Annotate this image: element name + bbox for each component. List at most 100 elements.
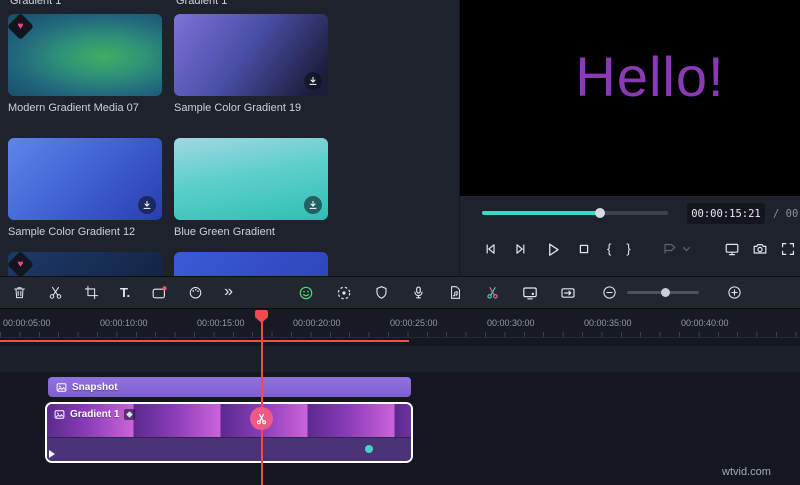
previous-frame-button[interactable] (482, 241, 498, 257)
preview-video: Hello! (460, 0, 800, 196)
mirror-display-button[interactable] (724, 241, 740, 257)
mark-in-button[interactable]: { (607, 241, 611, 256)
transport-left-group: { } (482, 240, 691, 258)
snapshot-camera-button[interactable] (752, 241, 768, 257)
favorite-badge[interactable]: ♥ (8, 252, 34, 276)
image-icon (56, 382, 67, 392)
audio-sheet-icon (451, 286, 460, 299)
media-thumbnail[interactable]: ♥ (8, 252, 162, 276)
media-card-label: Modern Gradient Media 07 (8, 102, 139, 114)
chroma-key-icon (299, 286, 313, 299)
motion-tracking-icon (337, 286, 351, 299)
media-card: Sample Color Gradient 19 (174, 14, 328, 114)
preview-panel: Hello! 00:00:15:21 / 00 {} (460, 0, 800, 276)
chroma-key-button[interactable] (298, 285, 314, 301)
media-card: Sample Color Gradient 12 (8, 138, 162, 238)
fullscreen-button[interactable] (780, 241, 796, 257)
crop-button[interactable] (84, 285, 99, 300)
media-thumbnail[interactable]: ♥ (8, 14, 162, 96)
voiceover-button[interactable] (411, 285, 426, 300)
play-icon (549, 243, 559, 256)
screen-record-button[interactable] (522, 285, 538, 301)
color-palette-button[interactable] (188, 285, 203, 300)
previous-frame-icon (486, 244, 495, 254)
current-time-display: 00:00:15:21 (687, 203, 765, 224)
ruler-timecode: 00:00:20:00 (293, 318, 341, 328)
ruler-timecode: 00:00:40:00 (681, 318, 729, 328)
media-thumbnail[interactable] (8, 138, 162, 220)
heart-icon: ♥ (17, 20, 24, 32)
ruler-timecode: 00:00:35:00 (584, 318, 632, 328)
media-card-label: Sample Color Gradient 19 (174, 102, 302, 114)
audio-sheet-button[interactable] (448, 285, 463, 300)
next-frame-icon (516, 244, 525, 254)
zoom-out-icon (603, 286, 616, 299)
smart-cut-icon (487, 287, 498, 299)
transport-controls: { } (460, 240, 800, 258)
media-card (174, 252, 328, 276)
camera-icon (753, 244, 767, 254)
stop-button[interactable] (576, 241, 592, 257)
seek-handle[interactable] (595, 208, 605, 218)
scissors-icon (256, 413, 267, 425)
favorite-badge[interactable]: ♥ (8, 14, 34, 40)
zoom-out-button[interactable] (602, 285, 617, 300)
media-card-label: Blue Green Gradient (174, 226, 275, 238)
media-library-panel: Gradient 1 Gradient 1 ♥ Modern Gradient … (0, 0, 459, 276)
gradient-clip-selected[interactable]: Gradient 1 (45, 402, 413, 463)
fullscreen-icon (782, 243, 794, 255)
seek-bar-fill (482, 211, 600, 215)
quick-split-button[interactable] (250, 407, 273, 430)
empty-track-lane (0, 346, 800, 372)
media-thumbnail[interactable] (174, 14, 328, 96)
crop-icon (84, 285, 99, 300)
seek-bar[interactable] (482, 208, 668, 218)
media-card: ♥ (8, 252, 162, 276)
timeline-ruler[interactable]: 00:00:05:00 00:00:10:00 00:00:15:00 00:0… (0, 309, 800, 338)
clip-label: Gradient 1 (70, 409, 120, 420)
clip-video-section: Gradient 1 (47, 404, 411, 437)
media-thumbnail[interactable] (174, 138, 328, 220)
render-preview-icon (664, 243, 676, 254)
mask-tool-button[interactable] (151, 285, 167, 301)
clip-label: Snapshot (72, 381, 118, 393)
shield-icon (376, 286, 387, 299)
text-tool-button[interactable]: T. (120, 285, 130, 300)
gradient-badge-icon (124, 409, 136, 420)
download-button[interactable] (138, 196, 156, 214)
microphone-icon (414, 286, 423, 299)
clip-handle-icon (49, 450, 55, 458)
media-thumbnail[interactable] (174, 252, 328, 276)
trash-icon (14, 287, 25, 299)
transition-button[interactable] (560, 285, 576, 301)
transport-right-group (724, 240, 796, 258)
palette-icon (189, 287, 202, 299)
delete-button[interactable] (12, 285, 27, 300)
edit-tools-group: T. » (12, 277, 233, 308)
keyframe-dot[interactable] (365, 445, 373, 453)
zoom-slider[interactable] (627, 287, 699, 297)
download-icon (309, 76, 317, 85)
motion-tracking-button[interactable] (336, 285, 352, 301)
download-button[interactable] (304, 72, 322, 90)
watermark: wtvid.com (722, 466, 771, 478)
ruler-ticks (0, 332, 800, 337)
transition-icon (561, 287, 575, 298)
play-button[interactable] (544, 241, 561, 258)
shield-button[interactable] (374, 285, 389, 300)
zoom-slider-handle[interactable] (661, 287, 670, 297)
timeline-zoom-group (602, 277, 742, 308)
split-button[interactable] (48, 285, 63, 300)
smart-cut-button[interactable] (485, 285, 500, 300)
monitor-icon (725, 243, 739, 256)
snapshot-clip[interactable]: Snapshot (48, 377, 411, 397)
ruler-timecode: 00:00:25:00 (390, 318, 438, 328)
render-preview-button[interactable] (662, 241, 691, 257)
download-button[interactable] (304, 196, 322, 214)
mark-out-button[interactable]: } (626, 241, 630, 256)
playhead-line (261, 310, 263, 485)
next-frame-button[interactable] (513, 241, 529, 257)
zoom-in-button[interactable] (727, 285, 742, 300)
ruler-timecode: 00:00:30:00 (487, 318, 535, 328)
more-tools-button[interactable]: » (224, 283, 233, 300)
